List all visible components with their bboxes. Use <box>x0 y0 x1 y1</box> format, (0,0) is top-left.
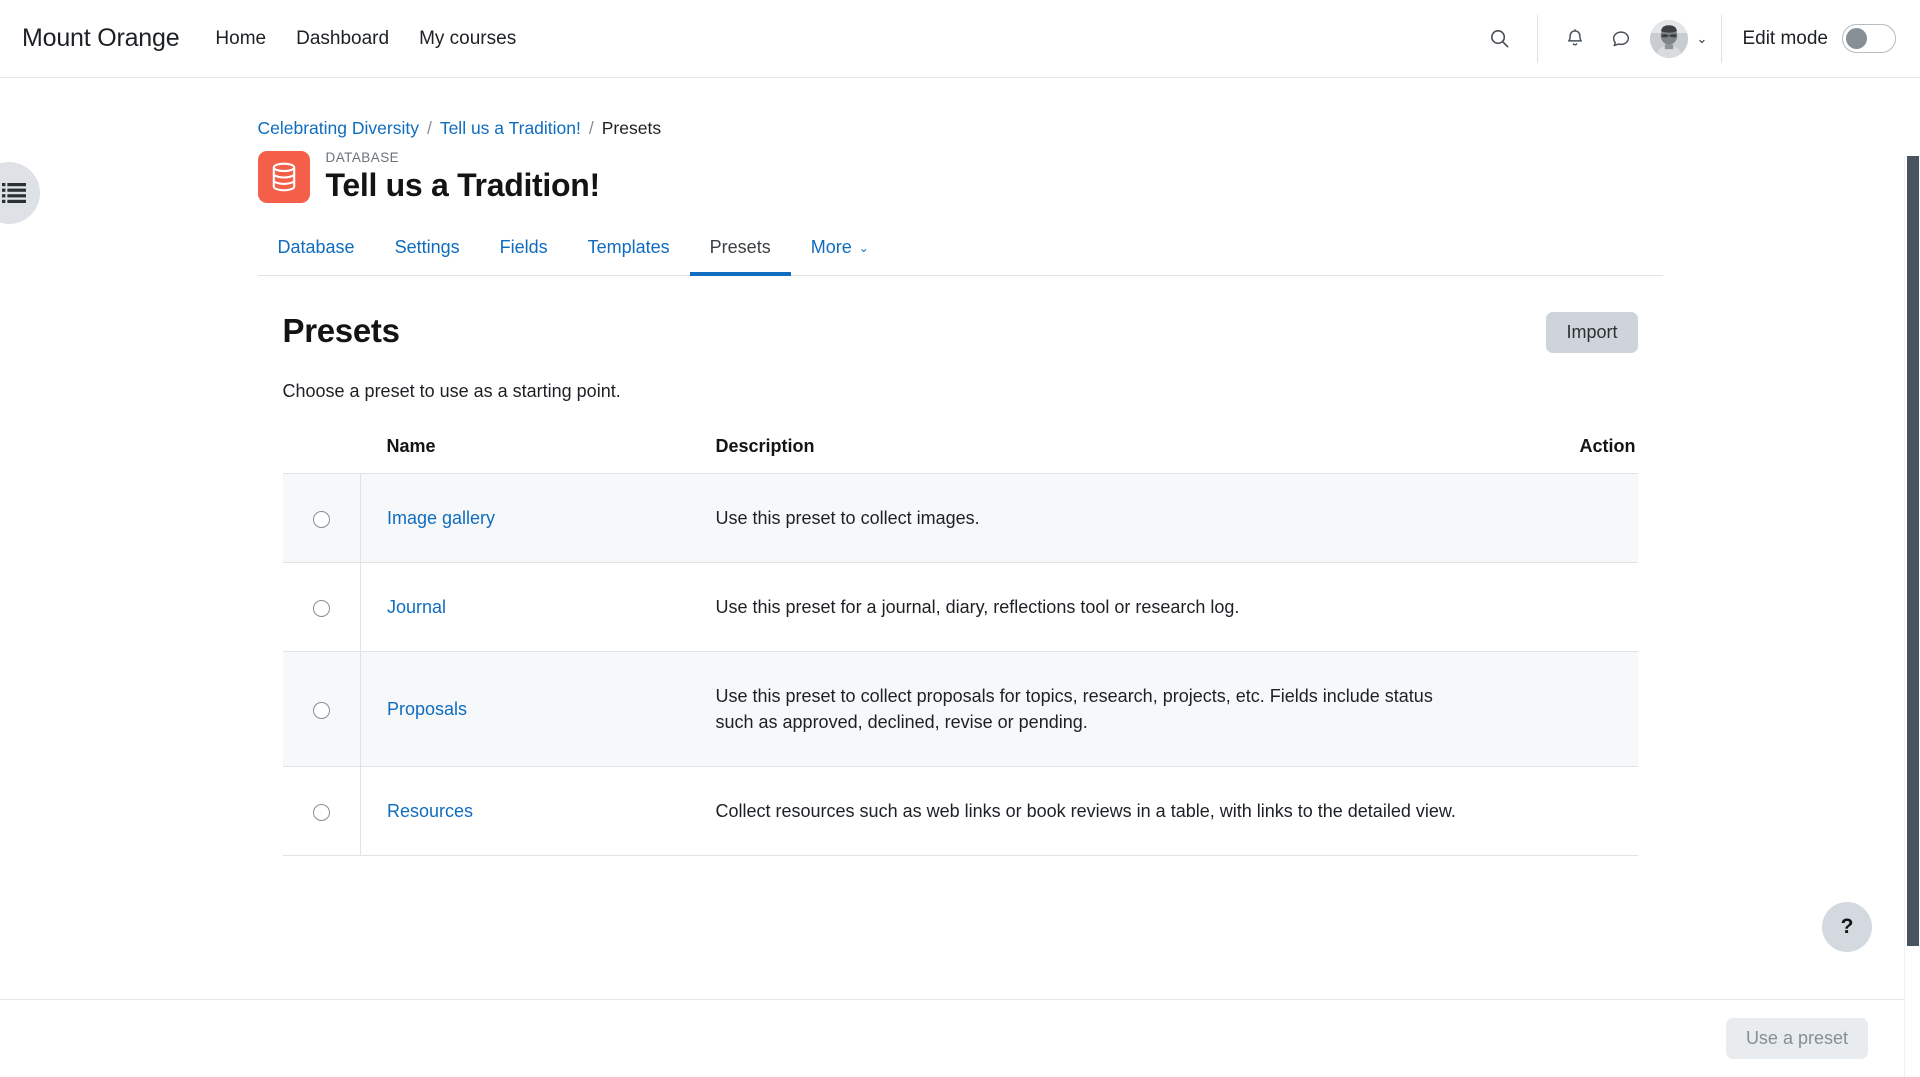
course-index-icon <box>2 182 26 204</box>
preset-link-image-gallery[interactable]: Image gallery <box>387 508 495 528</box>
preset-radio-resources[interactable] <box>313 804 330 821</box>
preset-action-cell <box>1488 563 1638 652</box>
search-icon[interactable] <box>1477 16 1523 62</box>
preset-action-cell <box>1488 767 1638 856</box>
navbar-right-cluster: ⌄ Edit mode <box>1477 0 1920 77</box>
preset-radio-journal[interactable] <box>313 600 330 617</box>
edit-mode-toggle[interactable] <box>1842 24 1896 53</box>
activity-tabs: Database Settings Fields Templates Prese… <box>258 226 1663 276</box>
table-row[interactable]: Proposals Use this preset to collect pro… <box>283 652 1638 767</box>
preset-action-cell <box>1488 652 1638 767</box>
preset-select-cell[interactable] <box>283 473 361 562</box>
chevron-down-icon: ⌄ <box>1697 32 1708 45</box>
presets-table-body: Image gallery Use this preset to collect… <box>283 473 1638 855</box>
tab-fields[interactable]: Fields <box>480 226 568 275</box>
table-row[interactable]: Resources Collect resources such as web … <box>283 767 1638 856</box>
tab-presets-label: Presets <box>710 237 771 258</box>
presets-heading: Presets <box>283 312 400 350</box>
column-header-select <box>283 436 361 474</box>
sticky-footer: Use a preset <box>0 999 1920 1077</box>
table-row[interactable]: Image gallery Use this preset to collect… <box>283 473 1638 562</box>
database-icon <box>258 151 310 203</box>
preset-select-cell[interactable] <box>283 767 361 856</box>
avatar <box>1650 20 1688 58</box>
tab-database-label: Database <box>278 237 355 258</box>
bell-icon[interactable] <box>1552 16 1598 62</box>
preset-link-journal[interactable]: Journal <box>387 597 446 617</box>
column-header-name: Name <box>361 436 716 474</box>
activity-type-label: DATABASE <box>326 150 600 166</box>
import-button[interactable]: Import <box>1546 312 1637 353</box>
toggle-knob <box>1846 28 1867 49</box>
column-header-description: Description <box>716 436 1488 474</box>
edit-mode-label: Edit mode <box>1742 28 1828 50</box>
tab-templates[interactable]: Templates <box>568 226 690 275</box>
breadcrumb-separator-1: / <box>427 118 432 139</box>
presets-section: Presets Import Choose a preset to use as… <box>258 312 1663 856</box>
preset-description-cell: Collect resources such as web links or b… <box>716 767 1488 856</box>
preset-radio-proposals[interactable] <box>313 702 330 719</box>
preset-select-cell[interactable] <box>283 652 361 767</box>
page-body: Celebrating Diversity / Tell us a Tradit… <box>0 78 1920 1077</box>
preset-select-cell[interactable] <box>283 563 361 652</box>
tab-more[interactable]: More ⌄ <box>791 226 889 275</box>
primary-navigation: Home Dashboard My courses <box>215 28 516 50</box>
tab-settings-label: Settings <box>395 237 460 258</box>
table-row[interactable]: Journal Use this preset for a journal, d… <box>283 563 1638 652</box>
tab-presets[interactable]: Presets <box>690 226 791 275</box>
use-a-preset-button[interactable]: Use a preset <box>1726 1018 1868 1059</box>
tab-templates-label: Templates <box>588 237 670 258</box>
preset-link-resources[interactable]: Resources <box>387 801 473 821</box>
nav-link-my-courses[interactable]: My courses <box>419 28 516 50</box>
scrollbar-thumb[interactable] <box>1907 156 1919 946</box>
presets-table-head: Name Description Action <box>283 436 1638 474</box>
preset-name-cell: Proposals <box>361 652 716 767</box>
user-menu[interactable]: ⌄ <box>1650 20 1708 58</box>
preset-action-cell <box>1488 473 1638 562</box>
tab-database[interactable]: Database <box>258 226 375 275</box>
content-column: Celebrating Diversity / Tell us a Tradit… <box>258 78 1663 856</box>
preset-radio-image-gallery[interactable] <box>313 511 330 528</box>
edit-mode-control: Edit mode <box>1742 24 1896 53</box>
preset-name-cell: Resources <box>361 767 716 856</box>
nav-link-home[interactable]: Home <box>215 28 266 50</box>
preset-description-cell: Use this preset to collect proposals for… <box>716 652 1488 767</box>
navbar-divider-1 <box>1537 15 1538 63</box>
page-title: Tell us a Tradition! <box>326 167 600 204</box>
breadcrumb-separator-2: / <box>589 118 594 139</box>
preset-name-cell: Image gallery <box>361 473 716 562</box>
site-brand[interactable]: Mount Orange <box>22 24 179 53</box>
navbar-divider-2 <box>1721 15 1722 63</box>
breadcrumb: Celebrating Diversity / Tell us a Tradit… <box>258 118 1663 139</box>
preset-description-cell: Use this preset for a journal, diary, re… <box>716 563 1488 652</box>
preset-link-proposals[interactable]: Proposals <box>387 699 467 719</box>
top-navbar: Mount Orange Home Dashboard My courses <box>0 0 1920 78</box>
preset-name-cell: Journal <box>361 563 716 652</box>
chevron-down-icon: ⌄ <box>859 242 869 254</box>
breadcrumb-item-course[interactable]: Celebrating Diversity <box>258 118 419 139</box>
tab-more-label: More <box>811 237 852 258</box>
nav-link-dashboard[interactable]: Dashboard <box>296 28 389 50</box>
breadcrumb-item-current: Presets <box>602 118 661 139</box>
presets-table: Name Description Action Image gallery Us… <box>283 436 1638 856</box>
course-index-drawer-toggle[interactable] <box>0 162 40 224</box>
column-header-action: Action <box>1488 436 1638 474</box>
activity-header: DATABASE Tell us a Tradition! <box>258 150 1663 204</box>
breadcrumb-item-activity[interactable]: Tell us a Tradition! <box>440 118 581 139</box>
help-button[interactable]: ? <box>1822 902 1872 952</box>
page-scrollbar[interactable] <box>1904 156 1920 1077</box>
tab-settings[interactable]: Settings <box>375 226 480 275</box>
table-header-row: Name Description Action <box>283 436 1638 474</box>
preset-description-cell: Use this preset to collect images. <box>716 473 1488 562</box>
tab-fields-label: Fields <box>500 237 548 258</box>
presets-subtitle: Choose a preset to use as a starting poi… <box>283 381 1638 402</box>
message-icon[interactable] <box>1598 16 1644 62</box>
presets-header-row: Presets Import <box>283 312 1638 353</box>
